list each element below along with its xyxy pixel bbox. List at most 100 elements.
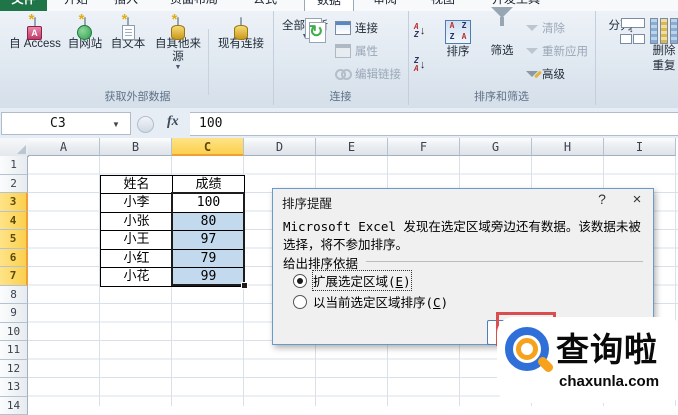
- from-other-sources-label: 自其他来源: [150, 38, 206, 64]
- cell-b6[interactable]: 小红: [101, 250, 173, 269]
- refresh-all-button[interactable]: ↻ 全部刷新 ▼: [278, 18, 332, 40]
- column-header-d[interactable]: D: [244, 138, 316, 156]
- tab-file[interactable]: 文件: [0, 0, 47, 11]
- radio-current-selection[interactable]: 以当前选定区域排序(C): [293, 292, 448, 311]
- tab-data[interactable]: 数据: [304, 0, 354, 11]
- properties-button: 属性: [335, 43, 378, 59]
- group-label-external-data: 获取外部数据: [2, 88, 273, 104]
- tab-home[interactable]: 开始: [55, 0, 97, 11]
- row-header-6[interactable]: 6: [0, 249, 28, 268]
- cell-c3-active[interactable]: 100: [173, 194, 245, 213]
- column-header-a[interactable]: A: [28, 138, 100, 156]
- remove-duplicates-label-1: 删除: [643, 45, 678, 58]
- cell-b2[interactable]: 姓名: [101, 176, 173, 195]
- column-header-e[interactable]: E: [316, 138, 388, 156]
- dialog-prompt-label: 给出排序依据: [283, 253, 358, 272]
- sort-dialog-icon: AZZA: [445, 20, 471, 44]
- tab-formulas[interactable]: 公式: [242, 0, 288, 11]
- existing-connections-button[interactable]: 现有连接: [212, 18, 270, 51]
- sort-za-icon: ZA: [414, 57, 419, 73]
- row-header-10[interactable]: 10: [0, 323, 28, 342]
- row-header-2[interactable]: 2: [0, 175, 28, 194]
- row-header-12[interactable]: 12: [0, 360, 28, 379]
- tab-review[interactable]: 审阅: [362, 0, 408, 11]
- groupbox-line: [366, 261, 643, 262]
- cell-c2[interactable]: 成绩: [173, 176, 245, 195]
- cell-b7[interactable]: 小花: [101, 268, 173, 287]
- clear-filter-label: 清除: [542, 20, 565, 36]
- row-header-11[interactable]: 11: [0, 341, 28, 360]
- cell-b4[interactable]: 小张: [101, 213, 173, 232]
- advanced-filter-button[interactable]: 高级: [526, 66, 565, 82]
- tab-developer[interactable]: 开发工具: [476, 0, 556, 11]
- radio-expand-selection-label: 扩展选定区域(E): [313, 271, 411, 290]
- dialog-title: 排序提醒: [282, 193, 332, 212]
- from-text-button[interactable]: * 自文本: [107, 18, 149, 51]
- tab-view[interactable]: 视图: [420, 0, 466, 11]
- from-web-icon: *: [84, 17, 86, 36]
- column-header-b[interactable]: B: [100, 138, 172, 156]
- column-header-f[interactable]: F: [388, 138, 460, 156]
- formula-input[interactable]: 100: [190, 112, 678, 136]
- sort-descending-button[interactable]: ZA↓: [414, 57, 425, 73]
- radio-unselected-icon[interactable]: [293, 295, 307, 309]
- fill-handle[interactable]: [241, 282, 248, 289]
- dialog-help-button[interactable]: ?: [591, 191, 613, 207]
- filter-button[interactable]: 筛选: [482, 18, 522, 58]
- row-headers: 1 2 3 4 5 6 7 8 9 10 11 12 13 14: [0, 156, 28, 415]
- row-header-3[interactable]: 3: [0, 193, 28, 212]
- name-box-dropdown-icon[interactable]: ▼: [112, 120, 120, 129]
- dialog-close-icon[interactable]: ×: [625, 191, 649, 208]
- column-header-i[interactable]: I: [604, 138, 676, 156]
- cell-c5[interactable]: 97: [173, 231, 245, 250]
- cell-b5[interactable]: 小王: [101, 231, 173, 250]
- properties-icon: [335, 44, 351, 58]
- tab-insert[interactable]: 插入: [105, 0, 147, 11]
- from-other-sources-button[interactable]: * 自其他来源 ▼: [150, 18, 206, 71]
- sort-ascending-button[interactable]: AZ↓: [414, 23, 425, 39]
- row-header-8[interactable]: 8: [0, 286, 28, 305]
- ribbon-tab-strip: 文件 开始 插入 页面布局 公式 数据 审阅 视图 开发工具: [0, 0, 678, 11]
- column-headers: A B C D E F G H I: [28, 138, 678, 156]
- connections-button[interactable]: 连接: [335, 20, 378, 36]
- group-data-tools: ↓ 分列 删除 重复: [595, 11, 678, 105]
- reapply-icon: [526, 48, 538, 54]
- column-header-h[interactable]: H: [532, 138, 604, 156]
- column-header-c[interactable]: C: [172, 138, 244, 156]
- row-header-5[interactable]: 5: [0, 230, 28, 249]
- cell-c4[interactable]: 80: [173, 213, 245, 232]
- radio-selected-icon[interactable]: [293, 274, 307, 288]
- from-other-sources-icon: *: [177, 17, 179, 36]
- row-header-9[interactable]: 9: [0, 304, 28, 323]
- cell-c6[interactable]: 79: [173, 250, 245, 269]
- sort-az-icon: AZ: [414, 23, 419, 39]
- radio-expand-selection[interactable]: 扩展选定区域(E): [293, 271, 411, 290]
- select-all-corner[interactable]: [0, 138, 29, 157]
- cell-b3[interactable]: 小李: [101, 194, 173, 213]
- remove-duplicates-icon: [643, 18, 678, 43]
- from-web-button[interactable]: * 自网站: [64, 18, 106, 51]
- group-sort-filter: AZ↓ ZA↓ AZZA 排序 筛选 清除 重新应用 高级 排序和筛选: [408, 11, 596, 105]
- row-header-4[interactable]: 4: [0, 212, 28, 231]
- text-to-columns-button[interactable]: ↓ 分列: [600, 18, 640, 33]
- clear-filter-icon: [526, 25, 538, 31]
- remove-duplicates-button[interactable]: 删除 重复: [643, 18, 678, 73]
- radio-current-selection-label: 以当前选定区域排序(C): [313, 292, 448, 311]
- watermark: 查询啦 chaxunla.com: [497, 317, 678, 403]
- column-header-g[interactable]: G: [460, 138, 532, 156]
- dropdown-arrow-icon: ▼: [150, 64, 206, 71]
- data-table: 姓名 成绩 小李 100 小张 80 小王 97 小红 79 小花 99: [100, 175, 245, 287]
- from-access-button[interactable]: *A 自 Access: [8, 18, 62, 51]
- edit-links-icon: [335, 69, 351, 79]
- row-header-13[interactable]: 13: [0, 378, 28, 397]
- tab-page-layout[interactable]: 页面布局: [155, 0, 233, 11]
- row-header-1[interactable]: 1: [0, 156, 28, 175]
- cell-c7[interactable]: 99: [173, 268, 245, 287]
- group-label-sort-filter: 排序和筛选: [408, 88, 595, 104]
- remove-duplicates-label-2: 重复: [643, 60, 678, 73]
- insert-function-icon[interactable]: fx: [167, 114, 179, 130]
- sort-button-ribbon[interactable]: AZZA 排序: [436, 20, 480, 59]
- row-header-7[interactable]: 7: [0, 267, 28, 286]
- group-label-connections: 连接: [273, 88, 408, 104]
- clear-filter-button: 清除: [526, 20, 565, 36]
